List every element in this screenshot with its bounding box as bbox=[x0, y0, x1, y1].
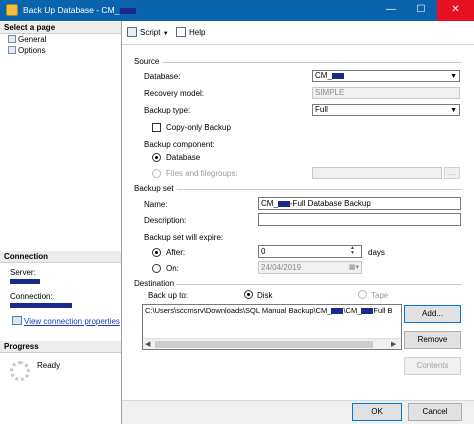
minimize-button[interactable]: — bbox=[376, 0, 406, 21]
connection-properties-icon bbox=[12, 316, 22, 325]
database-select[interactable]: CM_ ▼ bbox=[312, 70, 460, 82]
progress-spinner-icon bbox=[10, 361, 30, 381]
path-part: Full B bbox=[373, 306, 393, 315]
tape-label: Tape bbox=[371, 291, 389, 300]
disk-radio[interactable] bbox=[244, 290, 253, 299]
after-label: After: bbox=[166, 248, 186, 257]
scroll-right-icon[interactable]: ▶ bbox=[391, 340, 396, 348]
description-input[interactable] bbox=[258, 213, 461, 226]
help-button[interactable]: Help bbox=[189, 28, 205, 37]
backup-to-label: Back up to: bbox=[148, 291, 189, 300]
component-database-radio[interactable] bbox=[152, 153, 161, 162]
remove-destination-button[interactable]: Remove bbox=[404, 331, 461, 349]
expire-after-radio[interactable] bbox=[152, 248, 161, 257]
recovery-model-field: SIMPLE bbox=[312, 87, 460, 99]
scrollbar-thumb[interactable] bbox=[155, 341, 373, 348]
on-label: On: bbox=[166, 264, 179, 273]
recovery-model-label: Recovery model: bbox=[144, 89, 205, 98]
calendar-icon: ▦▾ bbox=[348, 264, 359, 271]
expire-on-radio[interactable] bbox=[152, 264, 161, 273]
backup-set-separator bbox=[172, 189, 462, 190]
expire-label: Backup set will expire: bbox=[144, 233, 224, 242]
expire-date-picker[interactable]: 24/04/2019 ▦▾ bbox=[258, 261, 362, 274]
script-icon bbox=[127, 27, 137, 37]
redacted-block bbox=[331, 308, 344, 315]
database-value: CM_ bbox=[315, 71, 332, 80]
backup-component-label: Backup component: bbox=[144, 140, 215, 149]
database-label: Database: bbox=[144, 72, 181, 81]
destination-separator bbox=[174, 284, 462, 285]
page-icon bbox=[8, 35, 16, 43]
backup-name-suffix: -Full Database Backup bbox=[289, 199, 371, 208]
source-group-label: Source bbox=[134, 57, 163, 66]
description-label: Description: bbox=[144, 216, 187, 225]
window-title: Back Up Database - CM_ bbox=[23, 5, 137, 15]
expire-date-value: 24/04/2019 bbox=[261, 263, 302, 272]
path-part: C:\Users\sccmsrv\Downloads\SQL Manual Ba… bbox=[145, 306, 332, 315]
path-part: \CM_ bbox=[343, 306, 362, 315]
connection-label: Connection: bbox=[10, 292, 53, 301]
chevron-down-icon[interactable]: ▼ bbox=[163, 31, 169, 37]
backup-type-label: Backup type: bbox=[144, 106, 191, 115]
contents-button[interactable]: Contents bbox=[404, 357, 461, 375]
destination-group-label: Destination bbox=[134, 279, 178, 288]
cancel-button[interactable]: Cancel bbox=[408, 403, 462, 421]
destination-path-item[interactable]: C:\Users\sccmsrv\Downloads\SQL Manual Ba… bbox=[145, 306, 401, 315]
component-files-radio[interactable] bbox=[152, 169, 161, 178]
backup-name-prefix: CM_ bbox=[261, 199, 278, 208]
title-bar: Back Up Database - CM_ — ☐ ✕ bbox=[0, 0, 474, 21]
after-days-input[interactable]: 0 bbox=[258, 245, 362, 258]
component-files-label: Files and filegroups: bbox=[166, 169, 238, 178]
redacted-block bbox=[331, 72, 344, 79]
redacted-server bbox=[10, 279, 40, 284]
connection-header: Connection bbox=[0, 251, 121, 263]
database-backup-icon bbox=[6, 4, 18, 16]
maximize-button[interactable]: ☐ bbox=[406, 0, 436, 21]
close-button[interactable]: ✕ bbox=[437, 0, 474, 21]
name-label: Name: bbox=[144, 200, 168, 209]
script-label: Script bbox=[140, 28, 161, 37]
backup-set-group-label: Backup set bbox=[134, 184, 177, 193]
page-item-label: Options bbox=[18, 46, 46, 55]
help-icon bbox=[176, 27, 186, 37]
progress-header: Progress bbox=[0, 341, 121, 353]
source-separator bbox=[160, 62, 462, 63]
script-button[interactable]: Script ▼ bbox=[140, 28, 169, 37]
scroll-left-icon[interactable]: ◀ bbox=[145, 340, 150, 348]
component-database-label: Database bbox=[166, 153, 201, 162]
after-days-value: 0 bbox=[261, 247, 266, 256]
view-connection-properties-link[interactable]: View connection properties bbox=[24, 317, 120, 326]
files-filegroups-field bbox=[312, 167, 442, 179]
page-item-options[interactable]: Options bbox=[8, 46, 46, 55]
page-item-general[interactable]: General bbox=[8, 35, 46, 44]
redacted-connection bbox=[10, 303, 72, 308]
toolbar bbox=[122, 21, 474, 45]
add-destination-button[interactable]: Add... bbox=[404, 305, 461, 323]
redacted-block bbox=[277, 200, 290, 207]
select-page-header: Select a page bbox=[0, 22, 121, 34]
redacted-block bbox=[120, 7, 137, 14]
server-label: Server: bbox=[10, 268, 36, 277]
progress-status: Ready bbox=[37, 361, 61, 370]
disk-label: Disk bbox=[257, 291, 273, 300]
backup-name-input[interactable]: CM_ -Full Database Backup bbox=[258, 197, 461, 210]
copy-only-checkbox[interactable] bbox=[152, 123, 161, 132]
redacted-block bbox=[361, 308, 374, 315]
page-icon bbox=[8, 46, 16, 54]
destination-horizontal-scrollbar[interactable]: ◀ ▶ bbox=[143, 338, 401, 349]
files-browse-button[interactable]: ... bbox=[444, 167, 460, 179]
tape-radio[interactable] bbox=[358, 290, 367, 299]
copy-only-label: Copy-only Backup bbox=[166, 123, 231, 132]
ok-button[interactable]: OK bbox=[352, 403, 402, 421]
backup-type-value: Full bbox=[315, 105, 328, 114]
chevron-down-icon: ▼ bbox=[450, 107, 457, 114]
days-label: days bbox=[368, 248, 385, 257]
chevron-down-icon: ▼ bbox=[450, 73, 457, 80]
spinner-arrows-icon[interactable]: ▲ ▼ bbox=[350, 246, 355, 256]
backup-type-select[interactable]: Full ▼ bbox=[312, 104, 460, 116]
window-title-text: Back Up Database - CM_ bbox=[23, 5, 120, 15]
page-item-label: General bbox=[18, 35, 47, 44]
